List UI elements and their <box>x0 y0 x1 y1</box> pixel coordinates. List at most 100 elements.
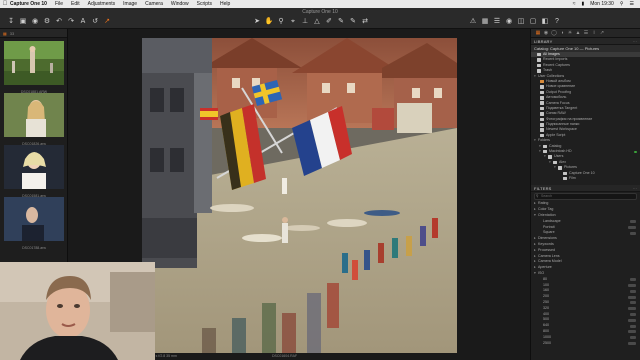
folder-icon <box>548 155 552 159</box>
album-icon <box>540 90 544 95</box>
library-tool-panel: ▦ ◉ ◯ ◑ ☀ ▲ ☰ i ↗ LIBRARY ⋯ Catalog: Cap… <box>530 29 640 360</box>
select-cursor-icon[interactable]: ➤ <box>252 17 262 27</box>
browser-thumbnail[interactable]: DSC01788.arw <box>2 197 66 251</box>
proof-icon[interactable]: ◉ <box>504 17 514 27</box>
library-tab-icon[interactable]: ▦ <box>534 30 542 36</box>
viewer-filename: DSC01604.RAF <box>272 354 298 358</box>
toolbar-right-group: ⚠ ▦ ☰ ◉ ◫ ▢ ◧ ? <box>468 17 564 27</box>
output-tab-icon[interactable]: ↗ <box>598 30 606 36</box>
menu-edit[interactable]: Edit <box>71 0 80 8</box>
keystone-cursor-icon[interactable]: △ <box>312 17 322 27</box>
webcam-presenter-overlay <box>0 262 155 360</box>
menu-help[interactable]: Help <box>220 0 230 8</box>
menubar-status-area: ≈ ▮ Mon 19:30 ⚲ ☰ <box>567 0 640 8</box>
apple-menu-icon[interactable]:  <box>0 0 10 8</box>
help-icon[interactable]: ? <box>552 17 562 27</box>
eyedropper-cursor-icon[interactable]: ✎ <box>336 17 346 27</box>
import-icon[interactable]: ↧ <box>6 17 16 27</box>
lens-tab-icon[interactable]: ◯ <box>550 30 558 36</box>
metadata-tab-icon[interactable]: i <box>590 30 598 36</box>
reset-icon[interactable]: ↺ <box>90 17 100 27</box>
pan-cursor-icon[interactable]: ✋ <box>264 17 274 27</box>
copy-apply-cursor-icon[interactable]: ⇄ <box>360 17 370 27</box>
thumbnail-image-portrait-blonde <box>4 145 64 189</box>
crop-cursor-icon[interactable]: ⌖ <box>288 17 298 27</box>
copy-adjustments-icon[interactable]: ↗ <box>102 17 112 27</box>
folder-icon <box>537 58 541 62</box>
folder-icon <box>553 160 557 165</box>
annotation-cursor-icon[interactable]: ✎ <box>348 17 358 27</box>
panel-toggle-icon[interactable]: ◧ <box>540 17 550 27</box>
capture-icon[interactable]: ◉ <box>30 17 40 27</box>
adjustments-tab-icon[interactable]: ☰ <box>582 30 590 36</box>
browser-thumbnail[interactable]: DSC01581.arw <box>2 145 66 199</box>
thumbnail-image-portrait-woman <box>4 93 64 137</box>
process-icon[interactable]: ⚙ <box>42 17 52 27</box>
library-title: LIBRARY <box>534 39 553 44</box>
menu-window[interactable]: Window <box>171 0 189 8</box>
zoom-cursor-icon[interactable]: ⚲ <box>276 17 286 27</box>
menu-camera[interactable]: Camera <box>145 0 163 8</box>
section-options-icon[interactable]: ⋯ <box>633 185 637 191</box>
browser-thumbnail[interactable]: DSC01881.ARW <box>2 41 66 95</box>
exposure-warning-icon[interactable]: ⚠ <box>468 17 478 27</box>
browser-count: 33 <box>9 30 15 36</box>
browser-header: ▦ 33 <box>0 29 67 38</box>
battery-icon[interactable]: ▮ <box>581 0 584 8</box>
filter-option[interactable]: 2500 <box>531 341 640 347</box>
thumbnail-image-park <box>4 41 64 85</box>
tool-tabs: ▦ ◉ ◯ ◑ ☀ ▲ ☰ i ↗ <box>531 29 640 38</box>
exposure-tab-icon[interactable]: ☀ <box>566 30 574 36</box>
notifications-icon[interactable]: ☰ <box>630 0 634 8</box>
menu-image[interactable]: Image <box>123 0 137 8</box>
redo-icon[interactable]: ↷ <box>66 17 76 27</box>
library-section-header[interactable]: LIBRARY ⋯ <box>531 38 640 45</box>
folder-icon <box>563 176 567 181</box>
browser-grid-icon[interactable]: ▦ <box>3 31 7 36</box>
filter-count-badge <box>630 278 636 282</box>
viewer-photo-miniature-town[interactable] <box>142 38 457 353</box>
folder-icon <box>563 171 567 176</box>
auto-adjust-icon[interactable]: A <box>78 17 88 27</box>
filter-count-badge <box>628 226 636 230</box>
filters-title: FILTERS <box>534 186 552 192</box>
album-icon <box>540 112 544 116</box>
album-icon <box>540 96 544 100</box>
guides-icon[interactable]: ☰ <box>492 17 502 27</box>
filter-label: 2500 <box>543 340 551 345</box>
viewer-mode-icon[interactable]: ▢ <box>528 17 538 27</box>
album-icon <box>540 101 544 105</box>
spotlight-icon[interactable]: ⚲ <box>620 0 624 8</box>
brush-cursor-icon[interactable]: ✐ <box>324 17 334 27</box>
browser-thumbnail[interactable]: DSC01826.arw <box>2 93 66 147</box>
folder-label: Film <box>569 175 576 180</box>
capture-tab-icon[interactable]: ◉ <box>542 30 550 36</box>
macos-menu-bar:  Capture One 10 File Edit Adjustments I… <box>0 0 640 8</box>
window-title: Capture One 10 <box>302 9 338 15</box>
main-toolbar: Capture One 10 ↧ ▣ ◉ ⚙ ↶ ↷ A ↺ ↗ ➤ ✋ ⚲ ⌖… <box>0 8 640 29</box>
menu-adjustments[interactable]: Adjustments <box>88 0 116 8</box>
grid-icon[interactable]: ▦ <box>480 17 490 27</box>
section-options-icon[interactable]: ⋯ <box>633 38 637 44</box>
album-icon <box>540 117 544 122</box>
undo-icon[interactable]: ↶ <box>54 17 64 27</box>
menu-file[interactable]: File <box>55 0 63 8</box>
filters-section-header[interactable]: FILTERS ⋯ <box>531 185 640 193</box>
album-icon <box>540 128 544 132</box>
filters-search-input[interactable]: ⚲ Search <box>534 193 637 201</box>
search-icon: ⚲ <box>536 194 539 199</box>
folder-item[interactable]: Film <box>531 176 640 181</box>
menu-app-name[interactable]: Capture One 10 <box>10 0 47 8</box>
color-tab-icon[interactable]: ◑ <box>558 30 566 36</box>
wifi-icon[interactable]: ≈ <box>573 0 576 8</box>
album-icon <box>540 123 544 127</box>
details-tab-icon[interactable]: ▲ <box>574 30 582 36</box>
online-status-icon <box>634 150 637 154</box>
new-folder-icon[interactable]: ▣ <box>18 17 28 27</box>
all-images-icon <box>537 52 541 57</box>
menu-scripts[interactable]: Scripts <box>197 0 212 8</box>
filter-count-badge <box>630 336 636 340</box>
straighten-cursor-icon[interactable]: ⊥ <box>300 17 310 27</box>
clock[interactable]: Mon 19:30 <box>590 0 614 8</box>
compare-icon[interactable]: ◫ <box>516 17 526 27</box>
